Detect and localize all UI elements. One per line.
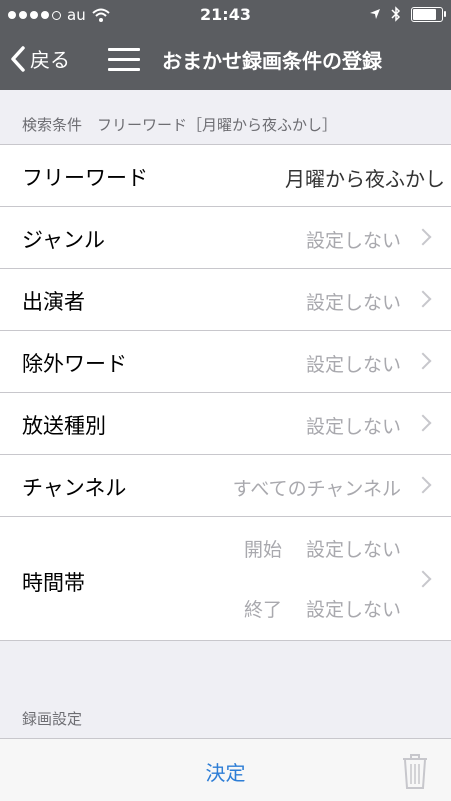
row-free-word[interactable]: フリーワード 月曜から夜ふかし — [0, 145, 451, 207]
time-end: 終了 設定しない — [244, 595, 401, 622]
location-arrow-icon — [370, 9, 380, 19]
chevron-right-icon — [414, 290, 432, 308]
decide-button[interactable]: 決定 — [0, 757, 451, 786]
genre-label: ジャンル — [22, 228, 105, 252]
exclude-word-value: 設定しない — [305, 354, 401, 376]
end-value: 設定しない — [305, 599, 401, 621]
cast-label: 出演者 — [22, 290, 85, 314]
time-band-label: 時間帯 — [22, 571, 85, 595]
time-start: 開始 設定しない — [244, 535, 401, 562]
row-cast[interactable]: 出演者 設定しない — [0, 269, 451, 331]
exclude-word-label: 除外ワード — [22, 352, 127, 376]
free-word-value: 月曜から夜ふかし — [285, 167, 445, 191]
status-bar: au 21:43 — [0, 0, 451, 30]
start-value: 設定しない — [305, 539, 401, 561]
chevron-right-icon — [414, 476, 432, 494]
broadcast-type-label: 放送種別 — [22, 414, 106, 438]
cast-value: 設定しない — [305, 292, 401, 314]
chevron-right-icon — [414, 570, 432, 588]
start-label: 開始 — [243, 539, 282, 561]
chevron-left-icon — [11, 45, 25, 72]
free-word-label: フリーワード — [22, 166, 148, 190]
channel-label: チャンネル — [22, 476, 127, 500]
search-condition-header: 検索条件 フリーワード［月曜から夜ふかし］ — [22, 116, 338, 134]
chevron-right-icon — [414, 352, 432, 370]
row-exclude-word[interactable]: 除外ワード 設定しない — [0, 331, 451, 393]
back-button[interactable]: 戻る — [10, 44, 70, 73]
end-label: 終了 — [243, 599, 282, 621]
broadcast-type-value: 設定しない — [305, 416, 401, 438]
chevron-right-icon — [414, 228, 432, 246]
navigation-bar: 戻る おまかせ録画条件の登録 — [0, 30, 451, 90]
back-label: 戻る — [30, 48, 70, 72]
record-settings-header: 録画設定 — [22, 710, 83, 728]
chevron-right-icon — [414, 414, 432, 432]
row-broadcast-type[interactable]: 放送種別 設定しない — [0, 393, 451, 455]
row-genre[interactable]: ジャンル 設定しない — [0, 207, 451, 269]
bluetooth-icon — [391, 6, 401, 22]
page-title: おまかせ録画条件の登録 — [162, 49, 382, 73]
status-right — [369, 6, 446, 22]
row-channel[interactable]: チャンネル すべてのチャンネル — [0, 455, 451, 517]
hamburger-menu-icon[interactable] — [108, 46, 140, 74]
trash-icon[interactable] — [401, 751, 429, 791]
bottom-toolbar: 決定 — [0, 738, 451, 801]
battery-icon — [411, 6, 446, 22]
channel-value: すべてのチャンネル — [232, 478, 401, 500]
condition-list: フリーワード 月曜から夜ふかし ジャンル 設定しない 出演者 設定しない 除外ワ… — [0, 144, 451, 641]
genre-value: 設定しない — [305, 230, 401, 252]
battery-level — [413, 8, 437, 20]
row-time-band[interactable]: 時間帯 開始 設定しない 終了 設定しない — [0, 517, 451, 640]
